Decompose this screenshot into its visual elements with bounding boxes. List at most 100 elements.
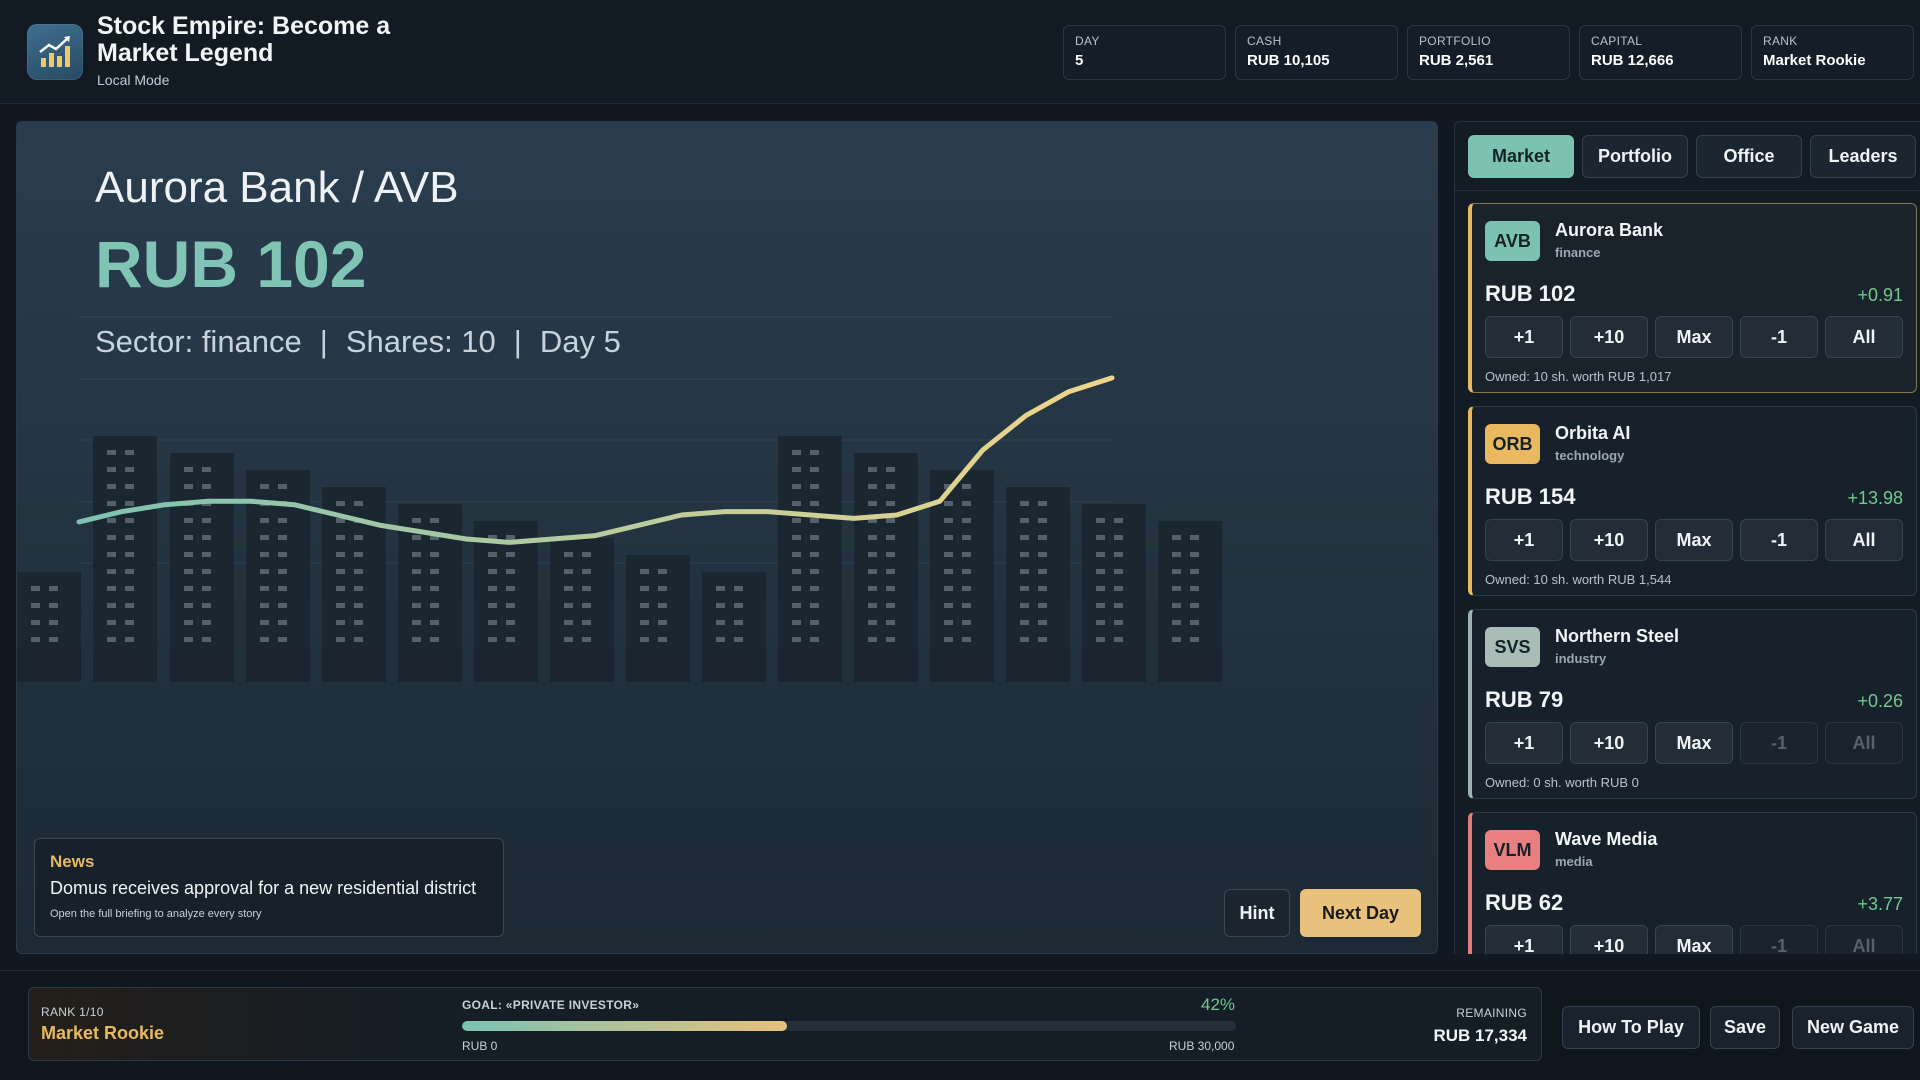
- building-window: [278, 484, 287, 489]
- sell-all-button[interactable]: All: [1825, 519, 1903, 561]
- owned-info: Owned: 10 sh. worth RUB 1,544: [1485, 572, 1672, 587]
- tab-portfolio[interactable]: Portfolio: [1582, 135, 1688, 178]
- buy-10-button[interactable]: +10: [1570, 925, 1648, 954]
- goal-range-max: RUB 30,000: [1169, 1039, 1235, 1053]
- building-window: [810, 518, 819, 523]
- building-window: [125, 569, 134, 574]
- building-window: [107, 484, 116, 489]
- building-window: [944, 637, 953, 642]
- news-card[interactable]: News Domus receives approval for a new r…: [34, 838, 504, 937]
- buy-max-button[interactable]: Max: [1655, 519, 1733, 561]
- stat-label: RANK: [1763, 34, 1798, 48]
- building-window: [430, 569, 439, 574]
- new-game-button[interactable]: New Game: [1792, 1006, 1914, 1049]
- building-window: [944, 535, 953, 540]
- save-button[interactable]: Save: [1710, 1006, 1780, 1049]
- trade-buttons: +1 +10 Max -1 All: [1485, 722, 1903, 764]
- building-window: [184, 603, 193, 608]
- company-sector: finance: [1555, 245, 1601, 260]
- building-window: [1114, 620, 1123, 625]
- buy-10-button[interactable]: +10: [1570, 722, 1648, 764]
- stat-capital: CAPITAL RUB 12,666: [1579, 25, 1742, 80]
- hint-button[interactable]: Hint: [1224, 889, 1290, 937]
- company-sector: industry: [1555, 651, 1607, 666]
- sell-all-button[interactable]: All: [1825, 722, 1903, 764]
- buy-max-button[interactable]: Max: [1655, 722, 1733, 764]
- sell-all-button[interactable]: All: [1825, 925, 1903, 954]
- stock-card-orb[interactable]: ORB Orbita AI technology RUB 154 +13.98 …: [1468, 406, 1917, 596]
- building-window: [412, 552, 421, 557]
- sell-1-button[interactable]: -1: [1740, 722, 1818, 764]
- building-window: [430, 552, 439, 557]
- stock-card-vlm[interactable]: VLM Wave Media media RUB 62 +3.77 +1 +10…: [1468, 812, 1917, 954]
- building-window: [1190, 552, 1199, 557]
- sell-1-button[interactable]: -1: [1740, 519, 1818, 561]
- building-window: [810, 637, 819, 642]
- stat-value: RUB 2,561: [1419, 52, 1494, 69]
- building-window: [810, 569, 819, 574]
- trade-buttons: +1 +10 Max -1 All: [1485, 519, 1903, 561]
- building-window: [1172, 535, 1181, 540]
- trade-buttons: +1 +10 Max -1 All: [1485, 316, 1903, 358]
- price-change: +0.91: [1857, 285, 1903, 305]
- how-to-play-button[interactable]: How To Play: [1562, 1006, 1700, 1049]
- buy-10-button[interactable]: +10: [1570, 316, 1648, 358]
- building-window: [430, 518, 439, 523]
- building-window: [658, 586, 667, 591]
- building-window: [412, 518, 421, 523]
- building-window: [430, 586, 439, 591]
- buy-1-button[interactable]: +1: [1485, 519, 1563, 561]
- stat-label: CASH: [1247, 34, 1282, 48]
- building-window: [336, 569, 345, 574]
- buy-max-button[interactable]: Max: [1655, 925, 1733, 954]
- building-window: [1038, 620, 1047, 625]
- building-window: [488, 637, 497, 642]
- stock-card-svs[interactable]: SVS Northern Steel industry RUB 79 +0.26…: [1468, 609, 1917, 799]
- card-price: RUB 79: [1485, 687, 1564, 712]
- owned-info: Owned: 0 sh. worth RUB 0: [1485, 775, 1639, 790]
- buy-max-button[interactable]: Max: [1655, 316, 1733, 358]
- building-window: [640, 569, 649, 574]
- building-window: [658, 569, 667, 574]
- building-window: [107, 620, 116, 625]
- building-window: [1020, 569, 1029, 574]
- news-text: Domus receives approval for a new reside…: [50, 878, 477, 898]
- building-window: [125, 552, 134, 557]
- sell-1-button[interactable]: -1: [1740, 316, 1818, 358]
- building-window: [125, 467, 134, 472]
- building-window: [202, 484, 211, 489]
- building-window: [886, 603, 895, 608]
- building-window: [184, 535, 193, 540]
- next-day-button[interactable]: Next Day: [1300, 889, 1421, 937]
- stock-card-avb[interactable]: AVB Aurora Bank finance RUB 102 +0.91 +1…: [1468, 203, 1917, 393]
- building-window: [354, 535, 363, 540]
- stock-sector: Sector: finance: [95, 324, 302, 359]
- building-window: [107, 603, 116, 608]
- building-window: [49, 620, 58, 625]
- building-window: [792, 518, 801, 523]
- building-window: [886, 535, 895, 540]
- price-change: +0.26: [1857, 691, 1903, 711]
- tab-market[interactable]: Market: [1468, 135, 1574, 178]
- building-window: [1114, 637, 1123, 642]
- building-window: [184, 637, 193, 642]
- building-window: [886, 569, 895, 574]
- building-window: [1020, 535, 1029, 540]
- building: [93, 436, 157, 682]
- building-window: [1096, 518, 1105, 523]
- sell-all-button[interactable]: All: [1825, 316, 1903, 358]
- building-window: [868, 484, 877, 489]
- building-window: [886, 518, 895, 523]
- buy-10-button[interactable]: +10: [1570, 519, 1648, 561]
- building-window: [944, 501, 953, 506]
- building-window: [260, 484, 269, 489]
- tab-leaders[interactable]: Leaders: [1810, 135, 1916, 178]
- buy-1-button[interactable]: +1: [1485, 316, 1563, 358]
- building-window: [564, 637, 573, 642]
- building-window: [125, 501, 134, 506]
- buy-1-button[interactable]: +1: [1485, 925, 1563, 954]
- building-window: [792, 467, 801, 472]
- tab-office[interactable]: Office: [1696, 135, 1802, 178]
- buy-1-button[interactable]: +1: [1485, 722, 1563, 764]
- sell-1-button[interactable]: -1: [1740, 925, 1818, 954]
